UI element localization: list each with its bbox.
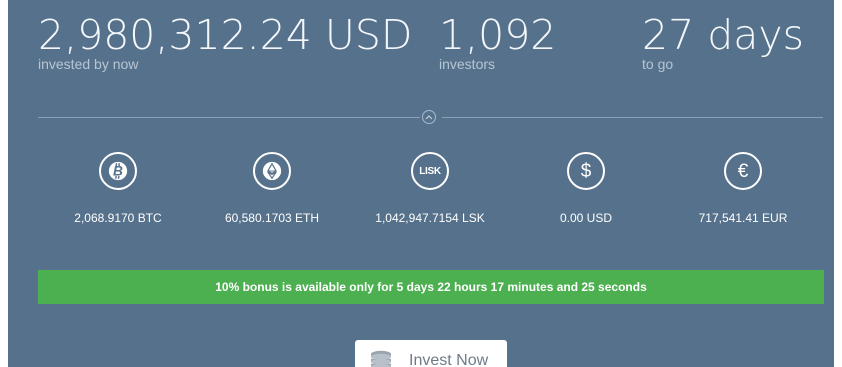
dollar-icon: $ <box>567 152 605 190</box>
lsk-amount: 1,042,947.7154 LSK <box>375 211 485 225</box>
invest-now-button[interactable]: Invest Now <box>355 340 507 367</box>
currency-eur: € 717,541.41 EUR <box>668 152 818 225</box>
crowdsale-stats-panel: 2,980,312.24 USD invested by now 1,092 i… <box>8 0 834 367</box>
divider-right <box>442 117 823 118</box>
stat-investors: 1,092 investors <box>439 12 556 72</box>
bonus-banner: 10% bonus is available only for 5 days 2… <box>38 270 824 304</box>
investors-count: 1,092 <box>439 11 557 59</box>
dollar-glyph: $ <box>580 160 592 182</box>
stat-invested: 2,980,312.24 USD invested by now <box>38 12 413 72</box>
days-left-value: 27 days <box>642 11 804 59</box>
divider-left <box>38 117 420 118</box>
eur-amount: 717,541.41 EUR <box>698 211 788 225</box>
ethereum-icon <box>253 152 291 190</box>
lisk-icon: LISK <box>411 152 449 190</box>
usd-amount: 0.00 USD <box>559 211 613 225</box>
btc-amount: 2,068.9170 BTC <box>74 211 162 225</box>
invest-now-label: Invest Now <box>409 352 489 367</box>
eth-amount: 60,580.1703 ETH <box>224 211 320 225</box>
coins-icon <box>371 350 391 367</box>
lisk-badge-text: LISK <box>419 165 441 177</box>
euro-glyph: € <box>737 160 749 182</box>
invested-amount: 2,980,312.24 USD <box>38 11 413 59</box>
svg-text:B: B <box>113 164 123 179</box>
currency-lsk: LISK 1,042,947.7154 LSK <box>355 152 505 225</box>
collapse-toggle-button[interactable] <box>422 110 436 124</box>
bonus-text: 10% bonus is available only for 5 days 2… <box>215 280 647 294</box>
currency-usd: $ 0.00 USD <box>511 152 661 225</box>
stat-days-left: 27 days to go <box>642 12 804 72</box>
bitcoin-icon: B <box>99 152 137 190</box>
chevron-up-icon <box>425 115 433 120</box>
currency-btc: B 2,068.9170 BTC <box>43 152 193 225</box>
euro-icon: € <box>724 152 762 190</box>
currency-eth: 60,580.1703 ETH <box>197 152 347 225</box>
